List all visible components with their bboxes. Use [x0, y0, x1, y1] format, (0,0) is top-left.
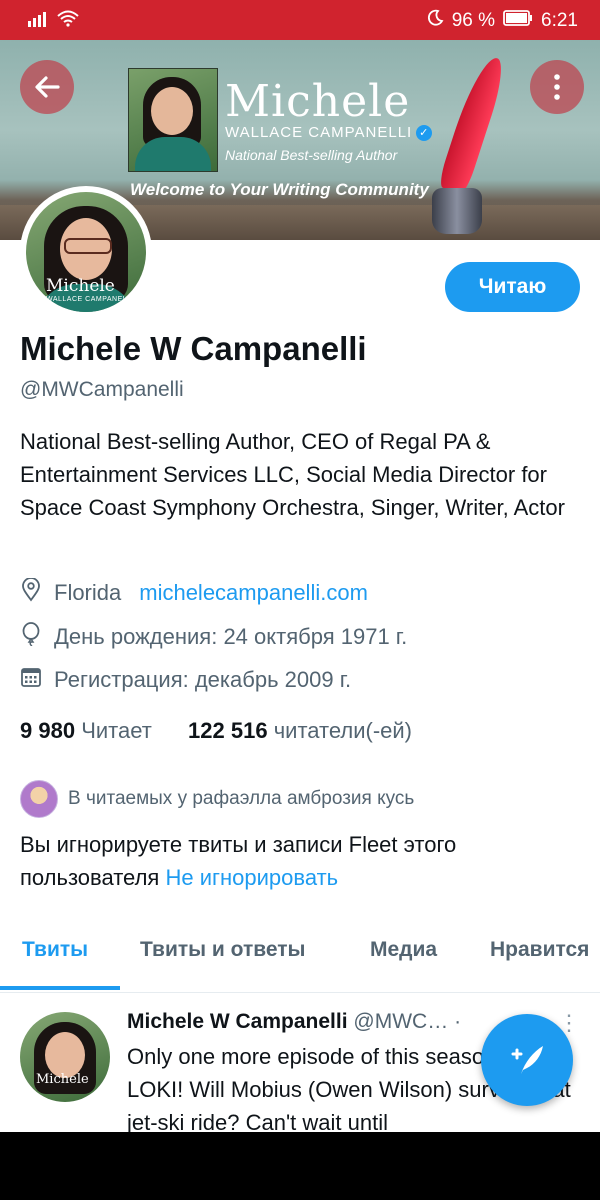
profile-birthday: День рождения: 24 октября 1971 г. [54, 624, 408, 649]
back-button[interactable] [20, 60, 74, 114]
following-button[interactable]: Читаю [445, 262, 580, 312]
profile-handle: @MWCampanelli [20, 378, 184, 401]
avatar-logo-name: Michele [46, 276, 115, 296]
tweet-avatar[interactable]: Michele [20, 1012, 110, 1102]
followers-count: 122 516 [188, 718, 268, 743]
profile-tabs: Твиты Твиты и ответы Медиа Нравится [0, 920, 600, 993]
battery-percent: 96 % [451, 10, 496, 31]
following-count: 9 980 [20, 718, 76, 743]
back-arrow-icon [32, 76, 62, 109]
banner-tagline: National Best-selling Author [225, 147, 398, 164]
system-navigation-bar [0, 1132, 600, 1200]
compose-tweet-button[interactable] [481, 1014, 573, 1106]
inkwell-image [432, 188, 482, 234]
tweet-separator: · [454, 1010, 462, 1033]
verified-badge-icon: ✓ [416, 125, 433, 142]
followers-link[interactable]: 122 516 читатели(-ей) [188, 718, 412, 743]
tweet-handle: @MWC… [353, 1010, 449, 1033]
follower-avatar [20, 780, 58, 818]
tab-tweets-and-replies[interactable]: Твиты и ответы [140, 938, 306, 962]
banner-welcome: Welcome to Your Writing Community [130, 180, 429, 199]
moon-icon [426, 9, 444, 33]
banner-brand-sub: WALLACE CAMPANELLI [225, 124, 413, 141]
profile-joined: Регистрация: декабрь 2009 г. [54, 667, 352, 692]
wifi-icon [56, 9, 80, 33]
tab-tweets[interactable]: Твиты [22, 938, 88, 962]
following-label: Читает [81, 718, 152, 743]
quill-image [437, 52, 509, 196]
tweet-header: Michele W Campanelli @MWC… · [127, 1010, 461, 1034]
more-options-button[interactable] [530, 60, 584, 114]
tab-media[interactable]: Медиа [370, 938, 437, 962]
follow-counts: 9 980 Читает 122 516 читатели(-ей) [20, 718, 412, 744]
signal-icon [28, 9, 50, 33]
status-bar: 96 % 6:21 [0, 0, 600, 40]
birthday-balloon-icon [20, 622, 42, 652]
profile-location: Florida [54, 580, 122, 605]
banner-brand-name: Michele [225, 76, 411, 127]
battery-icon [503, 10, 533, 32]
clock: 6:21 [541, 10, 578, 31]
profile-website-link[interactable]: michelecampanelli.com [139, 580, 368, 606]
following-link[interactable]: 9 980 Читает [20, 718, 152, 743]
profile-name: Michele W Campanelli [20, 330, 367, 367]
birthday-row: День рождения: 24 октября 1971 г. [20, 622, 407, 652]
muted-notice: Вы игнорируете твиты и записи Fleet этог… [20, 828, 580, 894]
tab-likes[interactable]: Нравится [490, 938, 589, 962]
active-tab-indicator [0, 986, 120, 990]
more-vertical-icon [553, 74, 561, 106]
profile-bio: National Best-selling Author, CEO of Reg… [20, 429, 565, 520]
followed-by-text: В читаемых у рафаэлла амброзия кусь [68, 788, 415, 809]
unmute-link[interactable]: Не игнорировать [165, 865, 338, 890]
calendar-icon [20, 666, 42, 694]
followed-by-row[interactable]: В читаемых у рафаэлла амброзия кусь [20, 780, 414, 818]
banner-photo [128, 68, 218, 172]
location-row: Florida michelecampanelli.com [20, 577, 368, 608]
location-icon [20, 577, 42, 608]
compose-tweet-icon [507, 1046, 547, 1088]
followers-label: читатели(-ей) [273, 718, 412, 743]
banner-brand: Michele WALLACE CAMPANELLI ✓ National Bes… [225, 76, 433, 164]
joined-row: Регистрация: декабрь 2009 г. [20, 666, 351, 694]
avatar-logo-sub: WALLACE CAMPANELLI [46, 296, 134, 303]
tweet-avatar-logo: Michele [36, 1072, 89, 1087]
profile-avatar[interactable]: Michele WALLACE CAMPANELLI [20, 186, 152, 318]
tweet-author: Michele W Campanelli [127, 1010, 348, 1033]
